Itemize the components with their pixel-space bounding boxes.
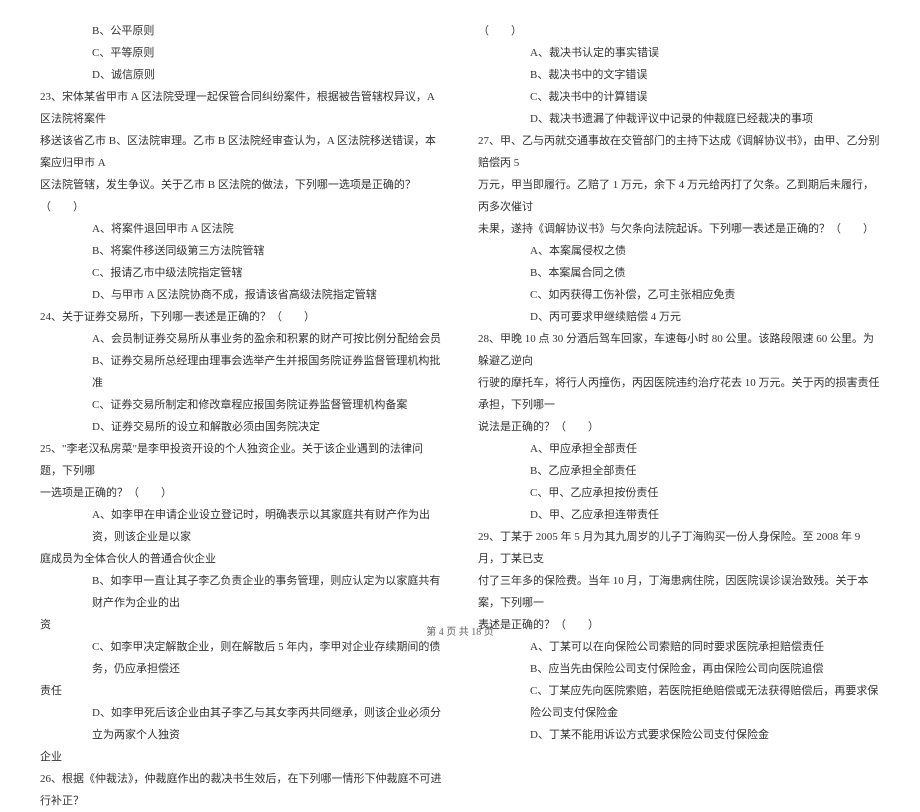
- option-text: D、裁决书遗漏了仲裁评议中记录的仲裁庭已经裁决的事项: [478, 108, 880, 130]
- question-24: 24、关于证券交易所，下列哪一表述是正确的？（ ）: [40, 306, 442, 328]
- option-text: B、乙应承担全部责任: [478, 460, 880, 482]
- question-26: 26、根据《仲裁法》，仲裁庭作出的裁决书生效后，在下列哪一情形下仲裁庭不可进行补…: [40, 768, 442, 812]
- option-cont: 企业: [40, 746, 442, 768]
- option-text: B、将案件移送同级第三方法院管辖: [40, 240, 442, 262]
- option-text: D、丁某不能用诉讼方式要求保险公司支付保险金: [478, 724, 880, 746]
- page-footer: 第 4 页 共 18 页: [0, 623, 920, 638]
- question-27-cont: 万元，甲当即履行。乙赔了 1 万元，余下 4 万元给丙打了欠条。乙到期后未履行，…: [478, 174, 880, 218]
- question-25: 25、"李老汉私房菜"是李甲投资开设的个人独资企业。关于该企业遇到的法律问题，下…: [40, 438, 442, 482]
- option-cont: 责任: [40, 680, 442, 702]
- option-text: C、如李甲决定解散企业，则在解散后 5 年内，李甲对企业存续期间的债务，仍应承担…: [40, 636, 442, 680]
- question-28-cont: 行驶的摩托车，将行人丙撞伤，丙因医院违约治疗花去 10 万元。关于丙的损害责任承…: [478, 372, 880, 416]
- question-27-cont: 未果，遂持《调解协议书》与欠条向法院起诉。下列哪一表述是正确的？（ ）: [478, 218, 880, 240]
- option-text: A、丁某可以在向保险公司索赔的同时要求医院承担赔偿责任: [478, 636, 880, 658]
- option-text: B、如李甲一直让其子李乙负责企业的事务管理，则应认定为以家庭共有财产作为企业的出: [40, 570, 442, 614]
- option-cont: 庭成员为全体合伙人的普通合伙企业: [40, 548, 442, 570]
- option-text: D、丙可要求甲继续赔偿 4 万元: [478, 306, 880, 328]
- left-column: B、公平原则 C、平等原则 D、诚信原则 23、宋体某省甲市 A 区法院受理一起…: [40, 20, 442, 580]
- question-26-cont: （ ）: [478, 20, 880, 42]
- option-text: A、会员制证券交易所从事业务的盈余和积累的财产可按比例分配给会员: [40, 328, 442, 350]
- option-text: C、如丙获得工伤补偿，乙可主张相应免责: [478, 284, 880, 306]
- option-text: C、报请乙市中级法院指定管辖: [40, 262, 442, 284]
- option-text: B、本案属合同之债: [478, 262, 880, 284]
- option-text: A、如李甲在申请企业设立登记时，明确表示以其家庭共有财产作为出资，则该企业是以家: [40, 504, 442, 548]
- option-text: D、证券交易所的设立和解散必须由国务院决定: [40, 416, 442, 438]
- right-column: （ ） A、裁决书认定的事实错误 B、裁决书中的文字错误 C、裁决书中的计算错误…: [478, 20, 880, 580]
- question-23-cont: 移送该省乙市 B、区法院审理。乙市 B 区法院经审查认为，A 区法院移送错误，本…: [40, 130, 442, 174]
- option-text: A、将案件退回甲市 A 区法院: [40, 218, 442, 240]
- option-text: A、本案属侵权之债: [478, 240, 880, 262]
- question-28-cont: 说法是正确的？（ ）: [478, 416, 880, 438]
- question-29-cont: 付了三年多的保险费。当年 10 月，丁海患病住院，因医院误诊误治致残。关于本案，…: [478, 570, 880, 614]
- option-text: C、证券交易所制定和修改章程应报国务院证券监督管理机构备案: [40, 394, 442, 416]
- option-text: C、裁决书中的计算错误: [478, 86, 880, 108]
- question-25-cont: 一选项是正确的？（ ）: [40, 482, 442, 504]
- question-27: 27、甲、乙与丙就交通事故在交管部门的主持下达成《调解协议书》，由甲、乙分别赔偿…: [478, 130, 880, 174]
- option-text: A、裁决书认定的事实错误: [478, 42, 880, 64]
- option-text: C、平等原则: [40, 42, 442, 64]
- option-text: D、甲、乙应承担连带责任: [478, 504, 880, 526]
- question-23-cont: 区法院管辖，发生争议。关于乙市 B 区法院的做法，下列哪一选项是正确的？（ ）: [40, 174, 442, 218]
- option-text: B、应当先由保险公司支付保险金，再由保险公司向医院追偿: [478, 658, 880, 680]
- option-text: C、甲、乙应承担按份责任: [478, 482, 880, 504]
- option-text: D、诚信原则: [40, 64, 442, 86]
- question-23: 23、宋体某省甲市 A 区法院受理一起保管合同纠纷案件，根据被告管辖权异议，A …: [40, 86, 442, 130]
- option-text: B、证券交易所总经理由理事会选举产生并报国务院证券监督管理机构批准: [40, 350, 442, 394]
- question-29: 29、丁某于 2005 年 5 月为其九周岁的儿子丁海购买一份人身保险。至 20…: [478, 526, 880, 570]
- option-text: D、与甲市 A 区法院协商不成，报请该省高级法院指定管辖: [40, 284, 442, 306]
- option-text: B、裁决书中的文字错误: [478, 64, 880, 86]
- option-text: A、甲应承担全部责任: [478, 438, 880, 460]
- question-28: 28、甲晚 10 点 30 分酒后驾车回家，车速每小时 80 公里。该路段限速 …: [478, 328, 880, 372]
- option-text: D、如李甲死后该企业由其子李乙与其女李丙共同继承，则该企业必须分立为两家个人独资: [40, 702, 442, 746]
- option-text: C、丁某应先向医院索赔，若医院拒绝赔偿或无法获得赔偿后，再要求保险公司支付保险金: [478, 680, 880, 724]
- option-text: B、公平原则: [40, 20, 442, 42]
